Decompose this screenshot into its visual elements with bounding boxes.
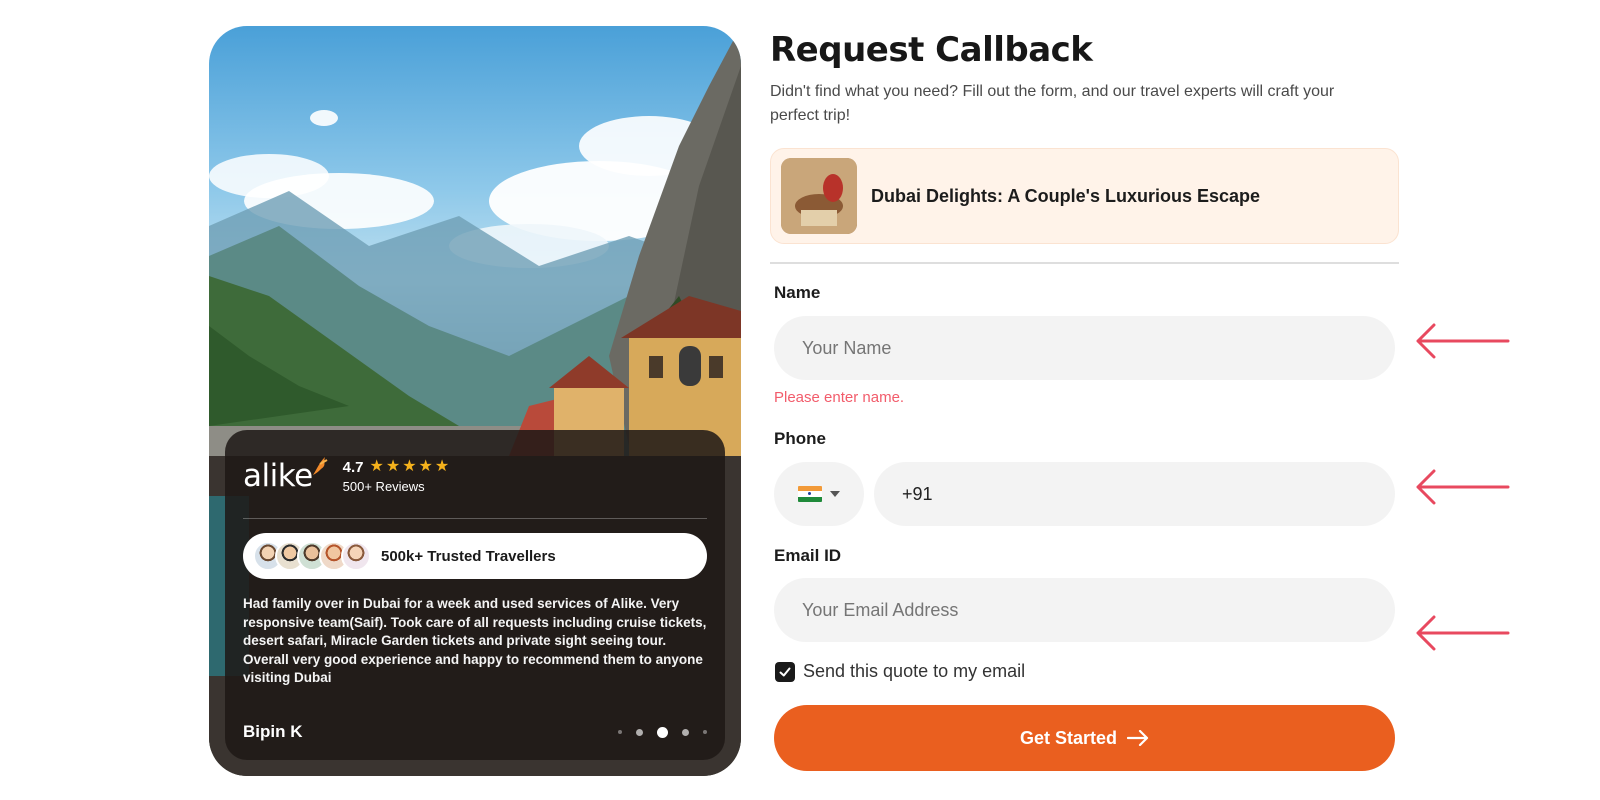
star-icon: ★ bbox=[369, 458, 384, 475]
carousel-dot[interactable] bbox=[618, 730, 622, 734]
divider bbox=[770, 262, 1399, 264]
carousel-dots[interactable] bbox=[604, 726, 707, 738]
reviewer-name: Bipin K bbox=[243, 722, 303, 741]
india-flag-icon bbox=[798, 486, 822, 502]
star-icon: ★ bbox=[418, 458, 433, 475]
phone-input[interactable]: +91 bbox=[874, 462, 1395, 526]
camel-image bbox=[781, 158, 857, 234]
email-input[interactable] bbox=[774, 578, 1395, 642]
alike-logo: alike bbox=[243, 456, 329, 494]
request-callback-form: Request Callback Didn't find what you ne… bbox=[770, 30, 1400, 264]
brand-wordmark: alike bbox=[243, 457, 313, 494]
form-title: Request Callback bbox=[770, 30, 1093, 70]
send-quote-checkbox-row[interactable]: Send this quote to my email bbox=[775, 661, 1025, 682]
send-quote-label: Send this quote to my email bbox=[803, 661, 1026, 681]
package-thumbnail bbox=[781, 158, 857, 234]
rating-value: 4.7 bbox=[342, 458, 364, 476]
arrow-right-icon bbox=[1127, 730, 1149, 746]
testimonial-footer: Bipin K bbox=[243, 722, 707, 742]
phone-input-value: +91 bbox=[902, 483, 933, 504]
package-title: Dubai Delights: A Couple's Luxurious Esc… bbox=[871, 185, 1261, 206]
destination-photo-card: alike 4.7 ★ ★ ★ ★ ★ 500+ Reviews 500k+ T… bbox=[209, 26, 741, 776]
rating-block: 4.7 ★ ★ ★ ★ ★ 500+ Reviews bbox=[343, 459, 452, 494]
review-text: Had family over in Dubai for a week and … bbox=[243, 596, 707, 685]
bird-icon bbox=[312, 456, 328, 475]
selected-package-card: Dubai Delights: A Couple's Luxurious Esc… bbox=[770, 148, 1399, 244]
name-error-message: Please enter name. bbox=[774, 389, 905, 406]
traveller-avatars bbox=[253, 541, 371, 571]
star-icon: ★ bbox=[385, 458, 401, 475]
caret-down-icon bbox=[830, 491, 840, 497]
trusted-travellers-label: 500k+ Trusted Travellers bbox=[381, 547, 556, 565]
testimonial-header: alike 4.7 ★ ★ ★ ★ ★ 500+ Reviews bbox=[243, 454, 707, 498]
form-subtitle: Didn't find what you need? Fill out the … bbox=[770, 83, 1335, 124]
carousel-dot[interactable] bbox=[636, 728, 643, 736]
name-label: Name bbox=[774, 283, 821, 302]
checkmark-icon bbox=[779, 667, 791, 676]
email-label: Email ID bbox=[774, 546, 842, 565]
divider bbox=[243, 518, 707, 519]
get-started-button[interactable]: Get Started bbox=[774, 705, 1395, 771]
send-quote-checkbox[interactable] bbox=[775, 661, 795, 682]
avatar bbox=[341, 541, 371, 571]
star-icon: ★ bbox=[434, 458, 450, 475]
annotation-arrow-icon bbox=[1416, 615, 1510, 651]
get-started-label: Get Started bbox=[1019, 727, 1118, 748]
country-code-dropdown[interactable] bbox=[774, 462, 864, 526]
testimonial-panel: alike 4.7 ★ ★ ★ ★ ★ 500+ Reviews 500k+ T… bbox=[225, 430, 725, 760]
trusted-travellers-badge: 500k+ Trusted Travellers bbox=[243, 533, 707, 579]
carousel-dot-active[interactable] bbox=[657, 726, 668, 738]
annotation-arrow-icon bbox=[1416, 323, 1510, 359]
phone-label: Phone bbox=[774, 429, 826, 448]
annotation-arrow-icon bbox=[1416, 469, 1510, 505]
carousel-dot[interactable] bbox=[682, 728, 689, 736]
name-input[interactable] bbox=[774, 316, 1395, 380]
star-icon: ★ bbox=[402, 458, 417, 475]
reviews-count: 500+ Reviews bbox=[342, 478, 425, 494]
carousel-dot[interactable] bbox=[703, 730, 707, 734]
